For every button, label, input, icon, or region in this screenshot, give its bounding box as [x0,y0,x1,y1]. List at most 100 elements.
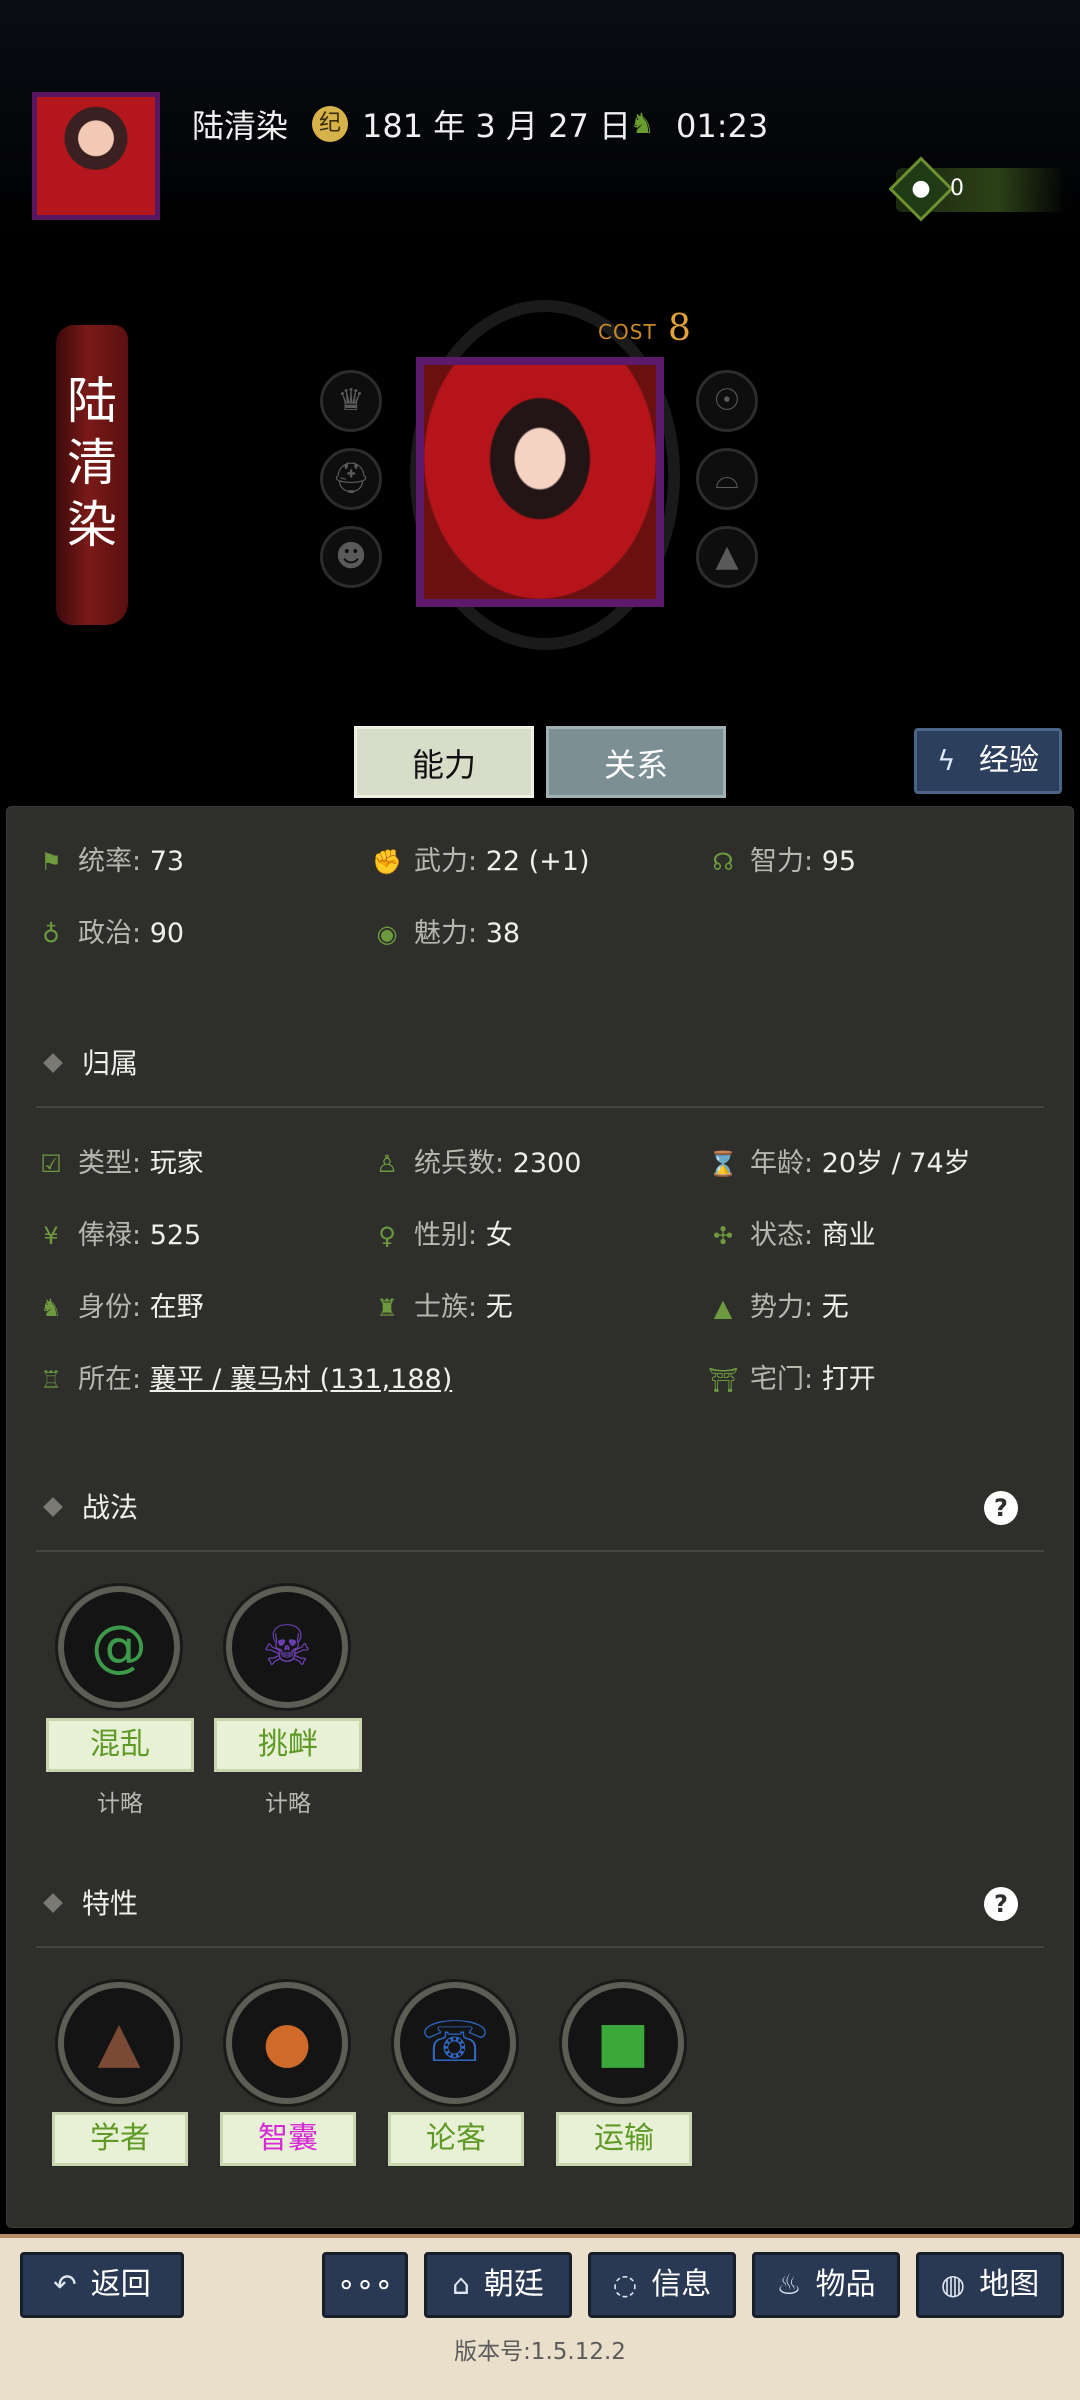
diamond-icon [43,1497,63,1517]
field-faction: ▲ 势力: 无 [708,1286,849,1330]
trait-strategist-label[interactable]: 智囊 [220,2112,356,2166]
trait-transport-label[interactable]: 运输 [556,2112,692,2166]
money-bag-icon: ● [911,176,931,201]
back-arrow-icon: ↶ [53,2268,77,2301]
graduation-cap-icon: ▲ [97,2010,141,2075]
back-label: 返回 [90,2267,151,2302]
coin-hand-icon[interactable]: ☉ [696,370,758,432]
trait-strategist-icon[interactable]: ● [226,1982,348,2104]
field-status: ✣ 状态: 商业 [708,1214,876,1258]
tactic-chaos-label[interactable]: 混乱 [46,1718,194,1772]
swirl-icon: @ [91,1614,147,1679]
items-button[interactable]: ♨ 物品 [752,2252,900,2318]
stat-force: ✊ 武力: 22 (+1) [372,840,589,884]
gender-icon: ♀ [378,1222,396,1250]
map-label: 地图 [979,2267,1040,2302]
gate-icon: ⛩ [708,1366,739,1394]
helmet-icon[interactable]: ⛑ [320,448,382,510]
map-button[interactable]: ◍ 地图 [916,2252,1064,2318]
version-label: 版本号:1.5.12.2 [454,2339,626,2365]
field-clan: ♜ 士族: 无 [372,1286,512,1330]
character-name-vertical: 陆 清 染 [56,370,128,556]
player-avatar[interactable] [32,92,160,220]
calendar-check-icon: ☑ [40,1150,62,1178]
name-char-2: 清 [67,434,117,492]
globe-icon: ◍ [940,2268,966,2301]
horse-icon: ♞ [40,1294,62,1322]
trait-scholar-icon[interactable]: ▲ [58,1982,180,2104]
stat-intelligence: ☊ 智力: 95 [708,840,856,884]
tactic-provoke-type: 计略 [265,1791,311,1817]
field-gate: ⛩ 宅门: 打开 [708,1358,876,1402]
trait-scholar-label[interactable]: 学者 [52,2112,188,2166]
field-salary: ¥ 俸禄: 525 [36,1214,201,1258]
section-traits: 特性 [36,1882,138,1926]
crown-icon[interactable]: ♛ [320,370,382,432]
tab-relations[interactable]: 关系 [546,726,726,798]
experience-label: 经验 [979,743,1039,778]
mountain-icon: ▲ [713,1294,733,1322]
mask-icon[interactable]: ☻ [320,526,382,588]
hat-icon[interactable]: ⌓ [696,448,758,510]
more-button[interactable]: ∘∘∘ [322,2252,408,2318]
game-time: 01:23 [676,107,769,145]
name-char-3: 染 [67,496,117,554]
divider [36,1106,1044,1108]
cost-label: COST [598,320,657,344]
experience-button[interactable]: ϟ 经验 [914,728,1062,794]
city-icon: ♖ [40,1366,62,1394]
soldier-icon: ♙ [376,1150,398,1178]
age-icon: ⌛ [708,1150,738,1178]
lightning-icon: ϟ [937,744,956,777]
divider [36,1550,1044,1552]
back-button[interactable]: ↶ 返回 [20,2252,184,2318]
player-name: 陆清染 [192,107,289,145]
chat-icon: ◌ [612,2268,638,2301]
demon-icon: ☠ [261,1614,313,1679]
speaker-icon: ☏ [419,2010,491,2075]
tab-ability[interactable]: 能力 [354,726,534,798]
cost-value: 8 [668,308,691,349]
trait-debater-label[interactable]: 论客 [388,2112,524,2166]
yen-icon: ¥ [43,1222,59,1250]
items-label: 物品 [815,2267,876,2302]
stat-command: ⚑ 统率: 73 [36,840,184,884]
court-button[interactable]: ⌂ 朝廷 [424,2252,572,2318]
section-tactics: 战法 [36,1486,138,1530]
field-gender: ♀ 性别: 女 [372,1214,512,1258]
name-char-1: 陆 [67,372,117,430]
field-age: ⌛ 年龄: 20岁 / 74岁 [708,1142,971,1186]
info-button[interactable]: ◌ 信息 [588,2252,736,2318]
trait-debater-icon[interactable]: ☏ [394,1982,516,2104]
status-icon: ✣ [712,1222,734,1250]
sack-icon: ● [262,2010,312,2075]
tactic-chaos-type: 计略 [97,1791,143,1817]
tactic-provoke-icon[interactable]: ☠ [226,1586,348,1708]
diamond-icon [43,1053,63,1073]
tactic-chaos-icon[interactable]: @ [58,1586,180,1708]
box-icon: ■ [596,2010,650,2075]
divider [36,1946,1044,1948]
location-link[interactable]: 襄平 / 襄马村 (131,188) [150,1364,453,1395]
field-location: ♖ 所在: 襄平 / 襄马村 (131,188) [36,1358,452,1402]
section-affiliation: 归属 [36,1042,138,1086]
calendar-icon: 纪 [312,106,348,142]
graduation-cap-icon[interactable]: ▲ [696,526,758,588]
character-portrait [416,357,664,607]
game-date: 181 年 3 月 27 日 [362,107,632,145]
bag-icon: ♁ [42,920,60,948]
field-troops: ♙ 统兵数: 2300 [372,1142,581,1186]
info-label: 信息 [651,2267,712,2302]
tactics-help-icon[interactable]: ? [984,1491,1018,1525]
field-identity: ♞ 身份: 在野 [36,1286,203,1330]
more-dots-icon: ∘∘∘ [336,2267,394,2302]
diamond-icon [43,1893,63,1913]
flag-icon: ⚑ [40,848,62,876]
arm-icon: ✊ [372,848,402,876]
court-label: 朝廷 [483,2267,544,2302]
trait-transport-icon[interactable]: ■ [562,1982,684,2104]
traits-help-icon[interactable]: ? [984,1887,1018,1921]
eye-icon: ◉ [376,920,398,948]
brain-icon: ☊ [712,848,734,876]
tactic-provoke-label[interactable]: 挑衅 [214,1718,362,1772]
